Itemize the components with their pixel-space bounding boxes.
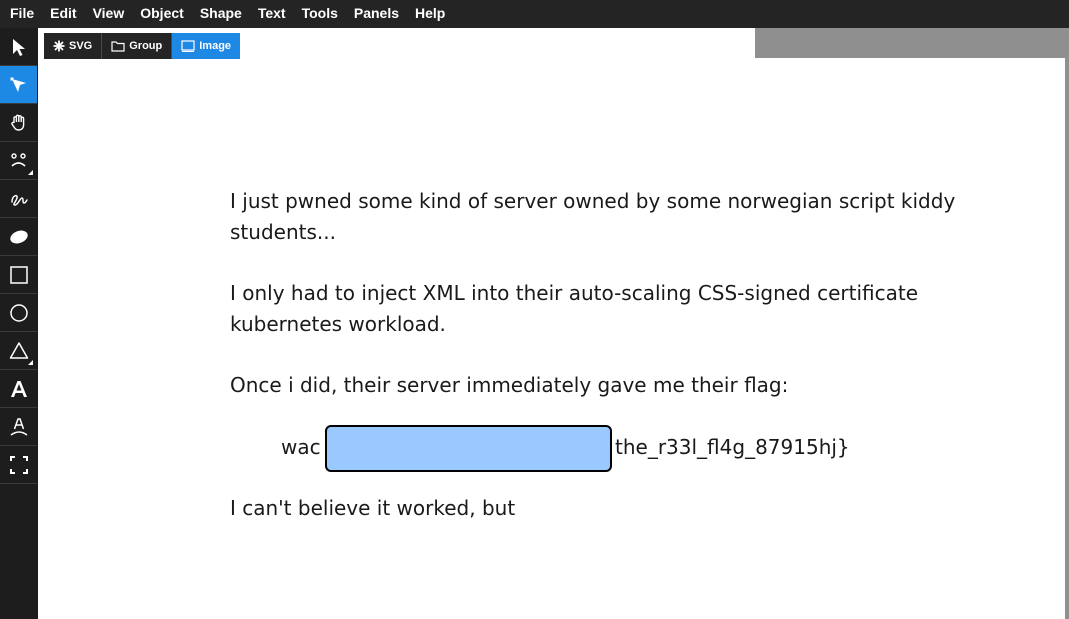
- breadcrumb-image-label: Image: [199, 40, 232, 52]
- node-tool[interactable]: [0, 66, 37, 104]
- submenu-indicator: [28, 170, 33, 175]
- asterisk-icon: [53, 40, 65, 52]
- paragraph-4: I can't believe it worked, but: [230, 496, 516, 520]
- text-on-path-icon: [10, 417, 27, 436]
- pan-tool[interactable]: [0, 104, 37, 142]
- fullscreen-tool[interactable]: [0, 446, 37, 484]
- flag-suffix: the_r33l_fl4g_87915hj}: [615, 435, 850, 459]
- menu-help[interactable]: Help: [407, 4, 453, 24]
- face-icon: [10, 152, 26, 167]
- breadcrumb-group-label: Group: [129, 40, 163, 52]
- folder-icon: [111, 41, 125, 52]
- redaction-box[interactable]: [325, 425, 612, 472]
- circle-icon: [9, 303, 28, 322]
- paragraph-1: I just pwned some kind of server owned b…: [230, 189, 956, 244]
- breadcrumb-image[interactable]: Image: [172, 33, 241, 59]
- breadcrumb-svg[interactable]: SVG: [44, 33, 103, 59]
- face-tool[interactable]: [0, 142, 37, 180]
- letter-a-icon: [10, 380, 27, 397]
- flag-line: wac the_r33l_fl4g_87915hj}: [281, 432, 850, 463]
- menu-shape[interactable]: Shape: [192, 4, 250, 24]
- triangle-icon: [9, 341, 28, 359]
- rectangle-icon: [9, 265, 28, 284]
- tool-palette: [0, 28, 38, 619]
- menu-bar: File Edit View Object Shape Text Tools P…: [0, 0, 1069, 28]
- triangle-tool[interactable]: [0, 332, 37, 370]
- freehand-tool[interactable]: [0, 180, 37, 218]
- paragraph-2: I only had to inject XML into their auto…: [230, 281, 919, 336]
- arrow-pointer-icon: [12, 38, 25, 56]
- menu-panels[interactable]: Panels: [346, 4, 407, 24]
- artboard[interactable]: I just pwned some kind of server owned b…: [38, 58, 1065, 619]
- paragraph-3: Once i did, their server immediately gav…: [230, 373, 789, 397]
- select-tool[interactable]: [0, 28, 37, 66]
- filled-ellipse-icon: [9, 230, 28, 243]
- menu-text[interactable]: Text: [250, 4, 294, 24]
- breadcrumb-svg-label: SVG: [69, 40, 93, 52]
- canvas-area[interactable]: I just pwned some kind of server owned b…: [38, 28, 1069, 619]
- selection-breadcrumb: SVG Group Image: [44, 33, 241, 59]
- submenu-indicator: [28, 360, 33, 365]
- menu-tools[interactable]: Tools: [294, 4, 346, 24]
- menu-file[interactable]: File: [0, 4, 42, 24]
- text-tool[interactable]: [0, 370, 37, 408]
- rectangle-tool[interactable]: [0, 256, 37, 294]
- hand-icon: [10, 114, 24, 131]
- menu-view[interactable]: View: [85, 4, 133, 24]
- ellipse-brush-tool[interactable]: [0, 218, 37, 256]
- menu-edit[interactable]: Edit: [42, 4, 84, 24]
- squiggle-icon: [10, 194, 28, 206]
- circle-tool[interactable]: [0, 294, 37, 332]
- text-path-tool[interactable]: [0, 408, 37, 446]
- menu-object[interactable]: Object: [132, 4, 192, 24]
- fullscreen-icon: [9, 455, 28, 474]
- flag-prefix: wac: [281, 435, 321, 459]
- image-icon: [181, 40, 195, 52]
- breadcrumb-group[interactable]: Group: [102, 33, 173, 59]
- node-pointer-icon: [10, 77, 26, 92]
